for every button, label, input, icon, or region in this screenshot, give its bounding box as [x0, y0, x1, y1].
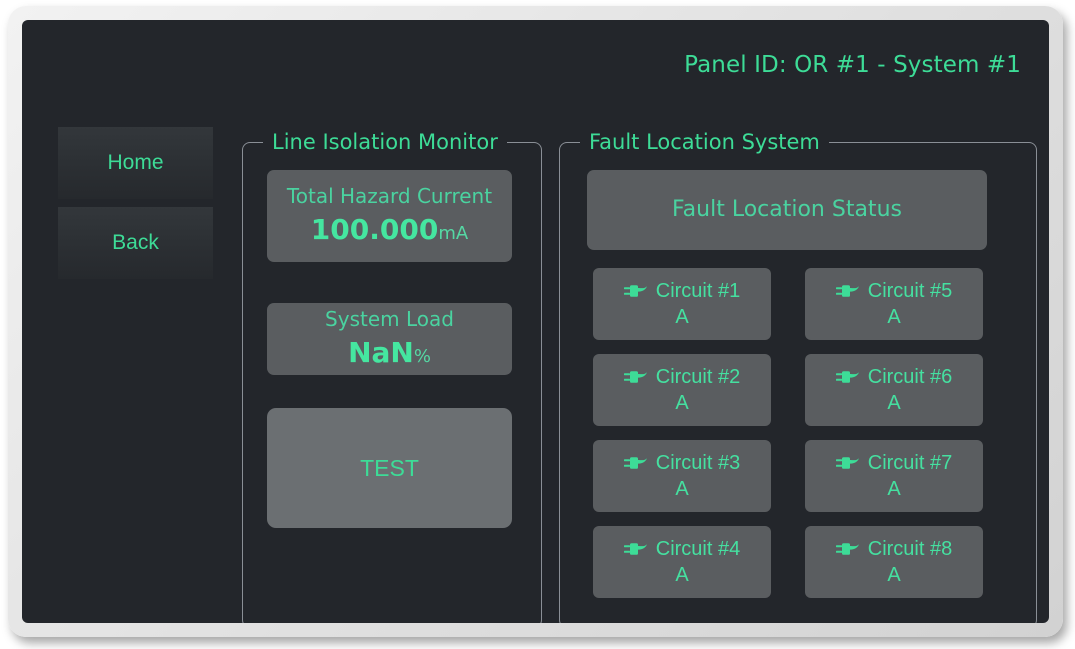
- line-isolation-monitor-legend: Line Isolation Monitor: [263, 130, 507, 154]
- circuit-value: A: [675, 306, 689, 328]
- circuit-name: Circuit #7: [867, 452, 953, 474]
- nav-button-column: Home Back: [58, 127, 213, 279]
- circuit-name: Circuit #5: [867, 280, 953, 302]
- circuit-value: A: [887, 306, 901, 328]
- circuit-header: Circuit #6: [835, 366, 953, 388]
- circuit-name: Circuit #3: [655, 452, 741, 474]
- circuit-header: Circuit #5: [835, 280, 953, 302]
- plug-icon: [623, 541, 648, 557]
- circuit-tile[interactable]: Circuit #2 A: [593, 354, 771, 426]
- circuit-name: Circuit #6: [867, 366, 953, 388]
- circuit-tile[interactable]: Circuit #3 A: [593, 440, 771, 512]
- system-load-unit: %: [413, 346, 431, 367]
- circuit-tile[interactable]: Circuit #7 A: [805, 440, 983, 512]
- plug-icon: [623, 455, 648, 471]
- circuit-value: A: [887, 564, 901, 586]
- total-hazard-current-value: 100.000: [310, 213, 439, 246]
- fault-location-system-legend: Fault Location System: [580, 130, 829, 154]
- back-button[interactable]: Back: [58, 207, 213, 279]
- plug-icon: [835, 283, 860, 299]
- circuit-value: A: [887, 392, 901, 414]
- system-load-label: System Load: [325, 307, 454, 331]
- circuit-header: Circuit #7: [835, 452, 953, 474]
- fault-location-system-group: Fault Location System Fault Location Sta…: [559, 130, 1037, 623]
- device-bezel: Panel ID: OR #1 - System #1 Home Back Li…: [8, 6, 1063, 637]
- circuit-header: Circuit #4: [623, 538, 741, 560]
- circuit-tile[interactable]: Circuit #8 A: [805, 526, 983, 598]
- circuit-name: Circuit #4: [655, 538, 741, 560]
- fault-location-status-readout: Fault Location Status: [587, 170, 987, 250]
- total-hazard-current-label: Total Hazard Current: [286, 184, 493, 208]
- total-hazard-current-unit: mA: [438, 223, 469, 244]
- circuit-name: Circuit #2: [655, 366, 741, 388]
- plug-icon: [835, 369, 860, 385]
- circuit-value: A: [675, 478, 689, 500]
- home-button[interactable]: Home: [58, 127, 213, 199]
- screen: Panel ID: OR #1 - System #1 Home Back Li…: [22, 20, 1049, 623]
- circuit-header: Circuit #2: [623, 366, 741, 388]
- system-load-value: NaN: [348, 336, 414, 369]
- panel-id-label: Panel ID: OR #1 - System #1: [684, 52, 1021, 78]
- circuit-tile[interactable]: Circuit #5 A: [805, 268, 983, 340]
- circuit-header: Circuit #1: [623, 280, 741, 302]
- plug-icon: [835, 455, 860, 471]
- plug-icon: [623, 369, 648, 385]
- circuit-tile[interactable]: Circuit #1 A: [593, 268, 771, 340]
- circuit-grid: Circuit #1 A Circuit #5 A Circuit #2 A Circuit…: [593, 268, 1005, 598]
- plug-icon: [623, 283, 648, 299]
- circuit-tile[interactable]: Circuit #6 A: [805, 354, 983, 426]
- circuit-tile[interactable]: Circuit #4 A: [593, 526, 771, 598]
- total-hazard-current-readout: Total Hazard Current 100.000mA: [267, 170, 512, 262]
- circuit-header: Circuit #3: [623, 452, 741, 474]
- test-button[interactable]: TEST: [267, 408, 512, 528]
- line-isolation-monitor-group: Line Isolation Monitor Total Hazard Curr…: [242, 130, 542, 623]
- circuit-name: Circuit #8: [867, 538, 953, 560]
- system-load-value-row: NaN%: [348, 335, 431, 370]
- fault-location-status-label: Fault Location Status: [672, 196, 902, 222]
- circuit-value: A: [675, 392, 689, 414]
- circuit-header: Circuit #8: [835, 538, 953, 560]
- circuit-value: A: [887, 478, 901, 500]
- circuit-value: A: [675, 564, 689, 586]
- plug-icon: [835, 541, 860, 557]
- total-hazard-current-value-row: 100.000mA: [311, 212, 468, 247]
- system-load-readout: System Load NaN%: [267, 303, 512, 375]
- circuit-name: Circuit #1: [655, 280, 741, 302]
